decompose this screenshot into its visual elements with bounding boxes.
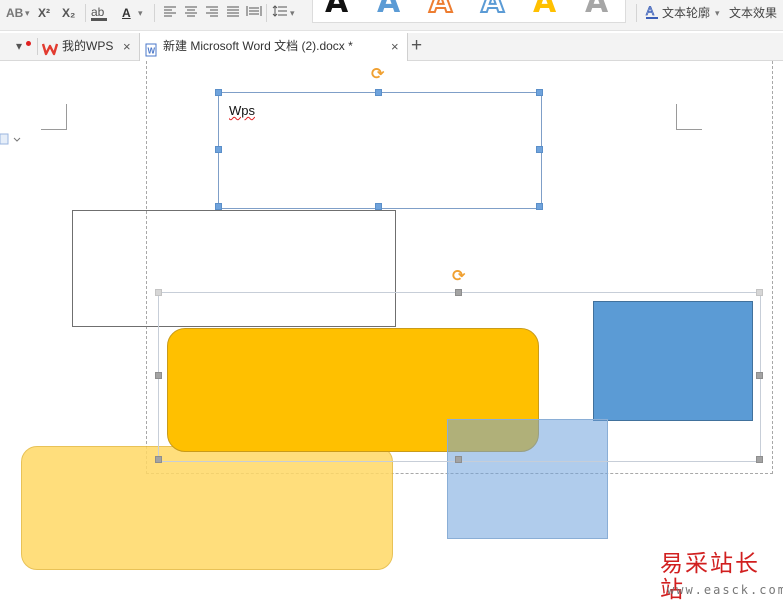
- resize-handle[interactable]: [215, 146, 222, 153]
- text-effect-button[interactable]: 文本效果: [729, 4, 777, 22]
- tab-label: 我的WPS: [62, 39, 114, 53]
- text-style-blue[interactable]: A: [377, 0, 400, 20]
- text-style-blue-outline[interactable]: A: [480, 0, 505, 21]
- chevron-down-icon[interactable]: ▾: [138, 4, 143, 22]
- resize-handle[interactable]: [155, 372, 162, 379]
- tab-divider: [37, 38, 38, 55]
- text-style-black[interactable]: A: [325, 0, 348, 20]
- new-tab-button[interactable]: +: [411, 34, 422, 58]
- close-tab-icon[interactable]: ×: [391, 33, 399, 60]
- resize-handle[interactable]: [155, 289, 162, 296]
- resize-handle[interactable]: [756, 289, 763, 296]
- resize-handle[interactable]: [215, 89, 222, 96]
- text-box[interactable]: Wps: [218, 92, 542, 209]
- svg-text:W: W: [148, 47, 156, 56]
- toolbar-divider: [266, 4, 267, 22]
- chevron-down-icon[interactable]: ▾: [290, 4, 295, 22]
- text-style-orange-outline[interactable]: A: [428, 0, 453, 21]
- document-tab-bar: ▾ 我的WPS × W 新建 Microsoft Word 文档 (2).doc…: [0, 33, 783, 61]
- resize-handle[interactable]: [536, 146, 543, 153]
- page-corner-mark: [41, 104, 67, 130]
- align-right-icon[interactable]: [205, 4, 219, 22]
- subscript-button[interactable]: X₂: [62, 4, 75, 22]
- text-outline-icon[interactable]: A: [645, 4, 659, 22]
- close-tab-icon[interactable]: ×: [123, 33, 131, 60]
- toolbar-divider: [636, 4, 637, 22]
- quick-access-dropdown-icon[interactable]: ▾: [16, 33, 22, 60]
- line-spacing-icon[interactable]: [272, 4, 288, 22]
- text-style-gray[interactable]: A: [585, 0, 608, 20]
- toolbar-divider: [85, 4, 86, 22]
- svg-text:A: A: [646, 4, 654, 18]
- document-canvas[interactable]: ⟳ Wps ⟳: [0, 61, 783, 607]
- resize-handle[interactable]: [756, 456, 763, 463]
- resize-handle[interactable]: [536, 89, 543, 96]
- resize-handle[interactable]: [455, 456, 462, 463]
- svg-text:ab: ab: [91, 5, 105, 19]
- resize-handle[interactable]: [536, 203, 543, 210]
- tab-my-wps[interactable]: 我的WPS ×: [41, 33, 137, 60]
- light-orange-rounded-rectangle[interactable]: [21, 446, 393, 570]
- resize-handle[interactable]: [455, 289, 462, 296]
- rotate-handle-icon[interactable]: ⟳: [371, 67, 384, 83]
- chevron-down-icon[interactable]: ▾: [25, 4, 30, 22]
- align-center-icon[interactable]: [184, 4, 198, 22]
- superscript-button[interactable]: X²: [38, 4, 50, 22]
- distributed-align-icon[interactable]: [246, 4, 262, 22]
- resize-handle[interactable]: [375, 89, 382, 96]
- justify-icon[interactable]: [226, 4, 240, 22]
- paragraph-mark-icon[interactable]: [0, 132, 22, 150]
- tab-document[interactable]: W 新建 Microsoft Word 文档 (2).docx * ×: [139, 33, 408, 61]
- text-style-gallery[interactable]: A A A A A A: [312, 0, 626, 23]
- watermark-url: www.easck.com: [667, 583, 783, 597]
- text-outline-button[interactable]: 文本轮廓: [662, 4, 710, 22]
- tab-label: 新建 Microsoft Word 文档 (2).docx *: [163, 39, 353, 53]
- highlight-icon[interactable]: ab: [90, 4, 110, 22]
- resize-handle[interactable]: [375, 203, 382, 210]
- resize-handle[interactable]: [756, 372, 763, 379]
- change-case-button[interactable]: AB: [6, 4, 23, 22]
- resize-handle[interactable]: [215, 203, 222, 210]
- rotate-handle-icon[interactable]: ⟳: [452, 269, 465, 285]
- toolbar-divider: [154, 4, 155, 22]
- ribbon-toolbar: AB ▾ X² X₂ ab A ▾ ▾ A A A A A A A 文本轮廓 ▾…: [0, 0, 783, 31]
- text-box-content[interactable]: Wps: [229, 103, 255, 118]
- notification-dot: [26, 41, 31, 46]
- font-color-button[interactable]: A: [122, 4, 131, 22]
- resize-handle[interactable]: [155, 456, 162, 463]
- chevron-down-icon[interactable]: ▾: [715, 4, 720, 22]
- group-selection-frame: [158, 292, 761, 462]
- text-style-gold[interactable]: A: [533, 0, 556, 20]
- align-left-icon[interactable]: [163, 4, 177, 22]
